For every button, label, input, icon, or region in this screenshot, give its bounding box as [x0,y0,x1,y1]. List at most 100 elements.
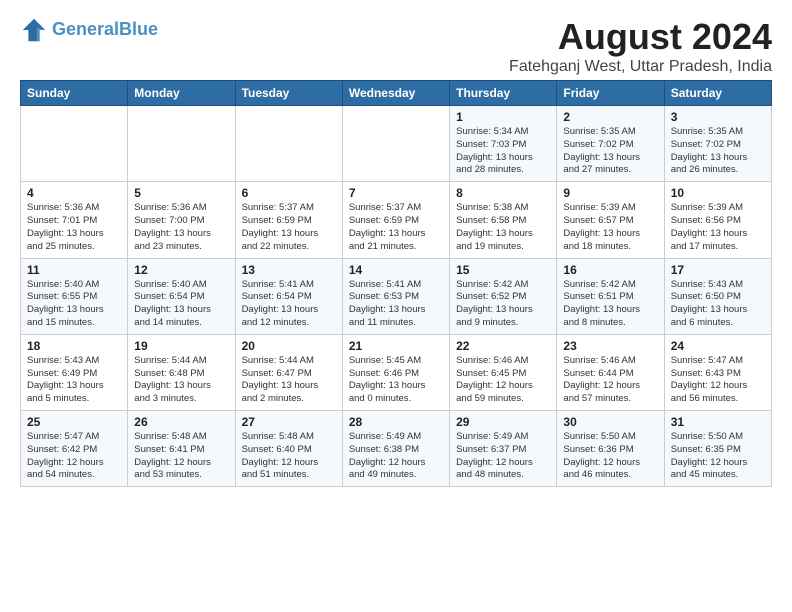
day-info: Sunrise: 5:34 AM Sunset: 7:03 PM Dayligh… [456,126,550,177]
title-block: August 2024 Fatehganj West, Uttar Prades… [509,16,772,76]
day-number: 21 [349,339,443,353]
page: GeneralBlue August 2024 Fatehganj West, … [0,0,792,497]
day-info: Sunrise: 5:46 AM Sunset: 6:44 PM Dayligh… [563,355,657,406]
calendar-cell [128,106,235,182]
day-info: Sunrise: 5:38 AM Sunset: 6:58 PM Dayligh… [456,202,550,253]
day-info: Sunrise: 5:49 AM Sunset: 6:38 PM Dayligh… [349,431,443,482]
day-number: 12 [134,263,228,277]
day-number: 6 [242,186,336,200]
calendar-cell: 14 Sunrise: 5:41 AM Sunset: 6:53 PM Dayli… [342,258,449,334]
day-info: Sunrise: 5:37 AM Sunset: 6:59 PM Dayligh… [242,202,336,253]
day-number: 14 [349,263,443,277]
calendar-cell: 2 Sunrise: 5:35 AM Sunset: 7:02 PM Daylig… [557,106,664,182]
day-header-monday: Monday [128,81,235,106]
calendar-cell: 24Sunrise: 5:47 AM Sunset: 6:43 PM Dayli… [664,334,771,410]
logo-text-line1: GeneralBlue [52,20,158,40]
day-info: Sunrise: 5:48 AM Sunset: 6:41 PM Dayligh… [134,431,228,482]
calendar-cell: 18 Sunrise: 5:43 AM Sunset: 6:49 PM Dayli… [21,334,128,410]
day-info: Sunrise: 5:36 AM Sunset: 7:00 PM Dayligh… [134,202,228,253]
logo-blue-text: Blue [119,19,158,39]
calendar-cell: 8 Sunrise: 5:38 AM Sunset: 6:58 PM Daylig… [450,182,557,258]
calendar-cell: 22Sunrise: 5:46 AM Sunset: 6:45 PM Dayli… [450,334,557,410]
calendar-cell: 27Sunrise: 5:48 AM Sunset: 6:40 PM Dayli… [235,411,342,487]
calendar-cell: 6 Sunrise: 5:37 AM Sunset: 6:59 PM Daylig… [235,182,342,258]
calendar-cell: 17Sunrise: 5:43 AM Sunset: 6:50 PM Dayli… [664,258,771,334]
day-info: Sunrise: 5:41 AM Sunset: 6:54 PM Dayligh… [242,279,336,330]
day-info: Sunrise: 5:43 AM Sunset: 6:49 PM Dayligh… [27,355,121,406]
calendar-cell: 4 Sunrise: 5:36 AM Sunset: 7:01 PM Daylig… [21,182,128,258]
calendar-cell [21,106,128,182]
calendar-cell: 16 Sunrise: 5:42 AM Sunset: 6:51 PM Dayli… [557,258,664,334]
calendar-cell: 29 Sunrise: 5:49 AM Sunset: 6:37 PM Dayli… [450,411,557,487]
day-number: 30 [563,415,657,429]
calendar-cell [342,106,449,182]
day-number: 7 [349,186,443,200]
logo: GeneralBlue [20,16,158,44]
week-row-5: 25 Sunrise: 5:47 AM Sunset: 6:42 PM Dayli… [21,411,772,487]
day-number: 3 [671,110,765,124]
calendar-cell: 23Sunrise: 5:46 AM Sunset: 6:44 PM Dayli… [557,334,664,410]
day-info: Sunrise: 5:44 AM Sunset: 6:47 PM Dayligh… [242,355,336,406]
day-info: Sunrise: 5:37 AM Sunset: 6:59 PM Dayligh… [349,202,443,253]
main-title: August 2024 [509,16,772,58]
day-number: 8 [456,186,550,200]
day-number: 9 [563,186,657,200]
day-number: 29 [456,415,550,429]
calendar-cell: 15 Sunrise: 5:42 AM Sunset: 6:52 PM Dayli… [450,258,557,334]
day-number: 2 [563,110,657,124]
day-info: Sunrise: 5:48 AM Sunset: 6:40 PM Dayligh… [242,431,336,482]
day-header-saturday: Saturday [664,81,771,106]
day-info: Sunrise: 5:49 AM Sunset: 6:37 PM Dayligh… [456,431,550,482]
calendar-cell: 26 Sunrise: 5:48 AM Sunset: 6:41 PM Dayli… [128,411,235,487]
calendar-cell: 1Sunrise: 5:34 AM Sunset: 7:03 PM Daylig… [450,106,557,182]
calendar-cell: 21 Sunrise: 5:45 AM Sunset: 6:46 PM Dayli… [342,334,449,410]
calendar-table: SundayMondayTuesdayWednesdayThursdayFrid… [20,80,772,487]
calendar-cell: 11Sunrise: 5:40 AM Sunset: 6:55 PM Dayli… [21,258,128,334]
day-info: Sunrise: 5:50 AM Sunset: 6:36 PM Dayligh… [563,431,657,482]
day-header-tuesday: Tuesday [235,81,342,106]
day-info: Sunrise: 5:42 AM Sunset: 6:51 PM Dayligh… [563,279,657,330]
day-info: Sunrise: 5:39 AM Sunset: 6:56 PM Dayligh… [671,202,765,253]
day-info: Sunrise: 5:40 AM Sunset: 6:55 PM Dayligh… [27,279,121,330]
day-number: 5 [134,186,228,200]
calendar-cell: 7 Sunrise: 5:37 AM Sunset: 6:59 PM Daylig… [342,182,449,258]
day-info: Sunrise: 5:44 AM Sunset: 6:48 PM Dayligh… [134,355,228,406]
day-info: Sunrise: 5:40 AM Sunset: 6:54 PM Dayligh… [134,279,228,330]
day-header-wednesday: Wednesday [342,81,449,106]
calendar-cell: 19 Sunrise: 5:44 AM Sunset: 6:48 PM Dayli… [128,334,235,410]
day-number: 25 [27,415,121,429]
calendar-cell: 13 Sunrise: 5:41 AM Sunset: 6:54 PM Dayli… [235,258,342,334]
day-header-sunday: Sunday [21,81,128,106]
day-info: Sunrise: 5:42 AM Sunset: 6:52 PM Dayligh… [456,279,550,330]
day-number: 24 [671,339,765,353]
calendar-cell: 31Sunrise: 5:50 AM Sunset: 6:35 PM Dayli… [664,411,771,487]
day-number: 13 [242,263,336,277]
day-number: 4 [27,186,121,200]
week-row-4: 18 Sunrise: 5:43 AM Sunset: 6:49 PM Dayli… [21,334,772,410]
day-info: Sunrise: 5:41 AM Sunset: 6:53 PM Dayligh… [349,279,443,330]
day-info: Sunrise: 5:47 AM Sunset: 6:42 PM Dayligh… [27,431,121,482]
calendar-cell: 10 Sunrise: 5:39 AM Sunset: 6:56 PM Dayli… [664,182,771,258]
day-number: 18 [27,339,121,353]
calendar-cell: 20Sunrise: 5:44 AM Sunset: 6:47 PM Dayli… [235,334,342,410]
day-info: Sunrise: 5:46 AM Sunset: 6:45 PM Dayligh… [456,355,550,406]
day-number: 19 [134,339,228,353]
day-number: 26 [134,415,228,429]
calendar-cell: 28Sunrise: 5:49 AM Sunset: 6:38 PM Dayli… [342,411,449,487]
calendar-cell: 25 Sunrise: 5:47 AM Sunset: 6:42 PM Dayli… [21,411,128,487]
week-row-1: 1Sunrise: 5:34 AM Sunset: 7:03 PM Daylig… [21,106,772,182]
header: GeneralBlue August 2024 Fatehganj West, … [20,16,772,76]
day-info: Sunrise: 5:35 AM Sunset: 7:02 PM Dayligh… [563,126,657,177]
day-header-friday: Friday [557,81,664,106]
day-number: 10 [671,186,765,200]
day-number: 15 [456,263,550,277]
day-info: Sunrise: 5:45 AM Sunset: 6:46 PM Dayligh… [349,355,443,406]
day-info: Sunrise: 5:36 AM Sunset: 7:01 PM Dayligh… [27,202,121,253]
logo-general: General [52,19,119,39]
logo-icon [20,16,48,44]
calendar-cell: 9Sunrise: 5:39 AM Sunset: 6:57 PM Daylig… [557,182,664,258]
week-row-3: 11Sunrise: 5:40 AM Sunset: 6:55 PM Dayli… [21,258,772,334]
calendar-cell: 5 Sunrise: 5:36 AM Sunset: 7:00 PM Daylig… [128,182,235,258]
calendar-cell: 12 Sunrise: 5:40 AM Sunset: 6:54 PM Dayli… [128,258,235,334]
day-number: 16 [563,263,657,277]
